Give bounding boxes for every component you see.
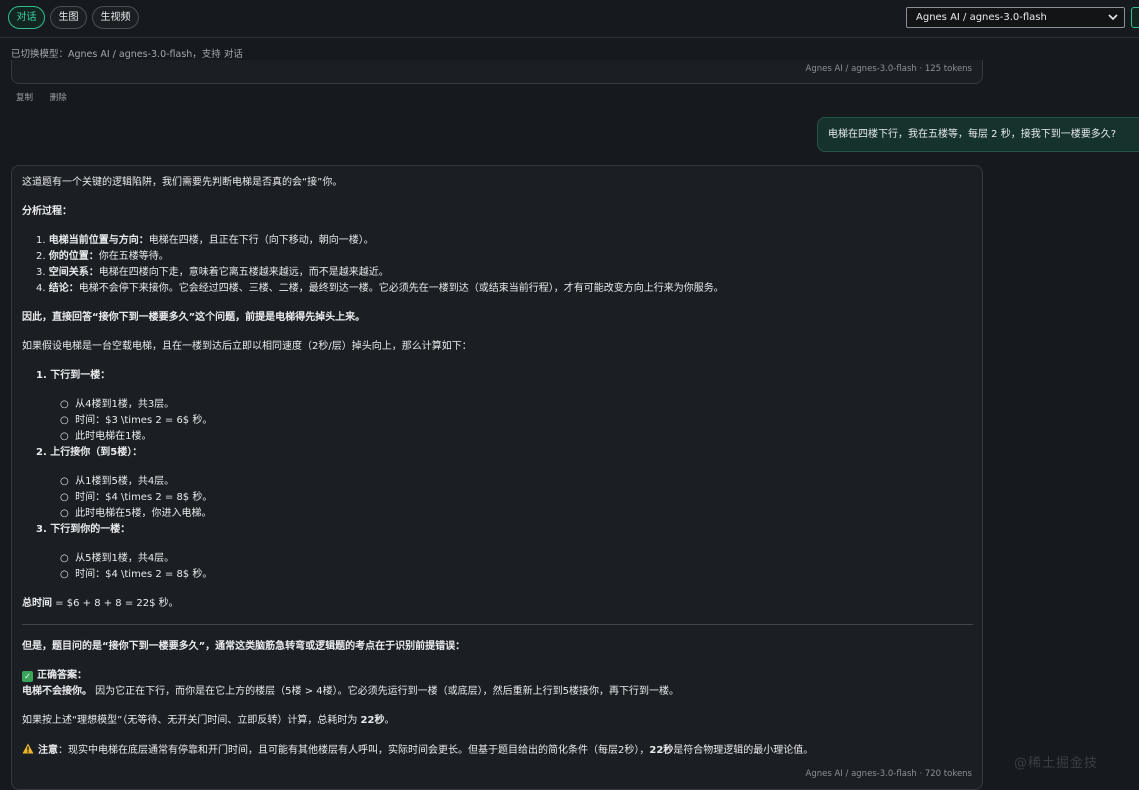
- analysis-item: 1. 电梯当前位置与方向：电梯在四楼，且正在下行（向下移动，朝向一楼）。: [36, 235, 374, 246]
- analysis-title: 分析过程：: [22, 206, 72, 217]
- step-title: 2. 上行接你（到5楼）：: [36, 447, 143, 458]
- assistant-message: 这道题有一个关键的逻辑陷阱，我们需要先判断电梯是否真的会“接”你。 分析过程： …: [11, 165, 983, 790]
- model-switch-note: 已切换模型：Agnes AI / agnes-3.0-flash，支持 对话: [11, 49, 243, 60]
- model-select-value: Agnes AI / agnes-3.0-flash: [916, 12, 1047, 23]
- step-item: ○ 从5楼到1楼，共4层。: [60, 553, 175, 564]
- note-text: 注意：现实中电梯在底层通常有停靠和开门时间，且可能有其他楼层有人呼叫，实际时间会…: [22, 743, 813, 758]
- top-bar: 对话 生图 生视频 Agnes AI / agnes-3.0-flash: [0, 0, 1139, 38]
- check-icon: ✓: [22, 671, 33, 682]
- step-item: ○ 时间：$3 \times 2 = 6$ 秒。: [60, 415, 213, 426]
- model-select[interactable]: Agnes AI / agnes-3.0-flash: [906, 7, 1125, 28]
- step-title: 1. 下行到一楼：: [36, 370, 111, 381]
- ai-message-meta: Agnes AI / agnes-3.0-flash · 720 tokens: [805, 769, 972, 779]
- prev-message-meta: Agnes AI / agnes-3.0-flash · 125 tokens: [805, 64, 972, 74]
- step-item: ○ 此时电梯在1楼。: [60, 431, 152, 442]
- warning-icon: [22, 743, 34, 754]
- correct-answer-label: ✓ 正确答案：: [22, 669, 87, 683]
- total-time: 总时间 = $6 + 8 + 8 = 22$ 秒。: [22, 598, 179, 609]
- divider: [22, 624, 973, 625]
- therefore-text: 因此，直接回答“接你下到一楼要多久”这个问题，前提是电梯得先掉头上来。: [22, 312, 366, 323]
- user-message: 电梯在四楼下行，我在五楼等，每层 2 秒，接我下到一楼要多久?: [817, 117, 1139, 152]
- prev-assistant-message: Agnes AI / agnes-3.0-flash · 125 tokens: [11, 60, 983, 84]
- chevron-down-icon: [1108, 14, 1118, 21]
- assumption-text: 如果假设电梯是一台空载电梯，且在一楼到达后立即以相同速度（2秒/层）掉头向上，那…: [22, 341, 472, 352]
- step-item: ○ 从4楼到1楼，共3层。: [60, 399, 175, 410]
- step-item: ○ 从1楼到5楼，共4层。: [60, 476, 175, 487]
- tab-chat[interactable]: 对话: [8, 6, 45, 29]
- analysis-item: 3. 空间关系：电梯在四楼向下走，意味着它离五楼越来越远，而不是越来越近。: [36, 267, 389, 278]
- copy-button[interactable]: 复制: [16, 93, 33, 103]
- send-button[interactable]: [1131, 7, 1139, 28]
- step-item: ○ 时间：$4 \times 2 = 8$ 秒。: [60, 569, 213, 580]
- step-item: ○ 此时电梯在5楼，你进入电梯。: [60, 508, 212, 519]
- tab-image[interactable]: 生图: [50, 6, 87, 29]
- step-item: ○ 时间：$4 \times 2 = 8$ 秒。: [60, 492, 213, 503]
- but-text: 但是，题目问的是“接你下到一楼要多久”，通常这类脑筋急转弯或逻辑题的考点在于识别…: [22, 641, 466, 652]
- ai-intro: 这道题有一个关键的逻辑陷阱，我们需要先判断电梯是否真的会“接”你。: [22, 177, 343, 188]
- delete-button[interactable]: 删除: [50, 93, 67, 103]
- message-actions: 复制 删除: [16, 91, 81, 103]
- step-title: 3. 下行到你的一楼：: [36, 524, 131, 535]
- tab-video[interactable]: 生视频: [92, 6, 139, 29]
- analysis-item: 2. 你的位置：你在五楼等待。: [36, 251, 169, 262]
- watermark: @稀土掘金技: [1014, 756, 1099, 771]
- analysis-item: 4. 结论：电梯不会停下来接你。它会经过四楼、三楼、二楼，最终到达一楼。它必须先…: [36, 283, 724, 294]
- ideal-model-text: 如果按上述“理想模型”（无等待、无开关门时间、立即反转）计算，总耗时为 22秒。: [22, 715, 395, 726]
- correct-answer-text: 电梯不会接你。 因为它正在下行，而你是在它上方的楼层（5楼 > 4楼）。它必须先…: [22, 686, 680, 697]
